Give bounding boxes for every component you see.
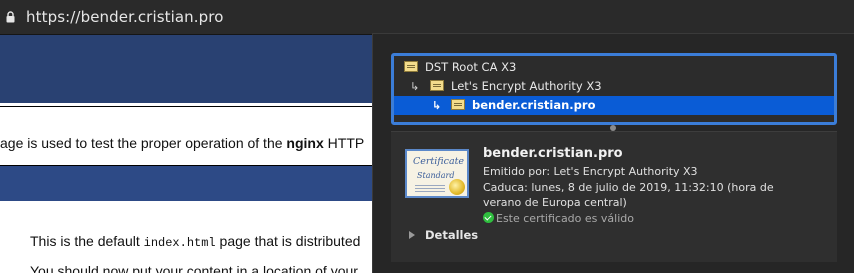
check-circle-icon	[483, 212, 494, 223]
certificate-expiry: Caduca: lunes, 8 de julio de 2019, 11:32…	[483, 181, 774, 209]
paragraph-default-page: This is the default index.html page that…	[30, 233, 361, 250]
intro-text: age is used to test the proper operation…	[0, 135, 365, 151]
certificate-detail-panel: Certificate Standard bender.cristian.pro…	[391, 131, 837, 262]
certificate-image: Certificate Standard	[405, 149, 469, 198]
certificate-status: Este certificado es válido	[483, 212, 634, 225]
certificate-chain-list[interactable]: DST Root CA X3 ↳ Let's Encrypt Authority…	[391, 53, 837, 125]
details-disclosure[interactable]: Detalles	[409, 228, 478, 242]
webpage-content: age is used to test the proper operation…	[0, 35, 372, 273]
section-banner	[0, 165, 372, 201]
certificate-icon	[430, 80, 444, 91]
disclosure-triangle-icon[interactable]	[409, 231, 415, 239]
page-header-banner	[0, 35, 372, 103]
child-arrow-icon: ↳	[432, 99, 442, 112]
lock-icon	[6, 11, 15, 23]
paragraph-content-location: You should now put your content in a loc…	[30, 263, 358, 273]
chain-item-root[interactable]: DST Root CA X3	[394, 58, 834, 77]
certificate-issuer: Emitido por: Let's Encrypt Authority X3	[483, 165, 698, 178]
certificate-icon	[451, 99, 465, 110]
certificate-common-name: bender.cristian.pro	[483, 146, 623, 161]
chain-item-leaf[interactable]: ↳ bender.cristian.pro	[394, 96, 834, 115]
nginx-bold: nginx	[286, 135, 324, 151]
child-arrow-icon: ↳	[410, 80, 420, 93]
header-rule	[0, 103, 372, 107]
address-bar[interactable]: https://bender.cristian.pro	[0, 0, 854, 35]
filename-code: index.html	[143, 236, 216, 250]
chain-item-intermediate[interactable]: ↳ Let's Encrypt Authority X3	[394, 77, 834, 96]
url-text[interactable]: https://bender.cristian.pro	[26, 8, 223, 26]
seal-icon	[449, 179, 465, 195]
certificate-popover: DST Root CA X3 ↳ Let's Encrypt Authority…	[372, 33, 854, 273]
certificate-icon	[404, 61, 418, 72]
